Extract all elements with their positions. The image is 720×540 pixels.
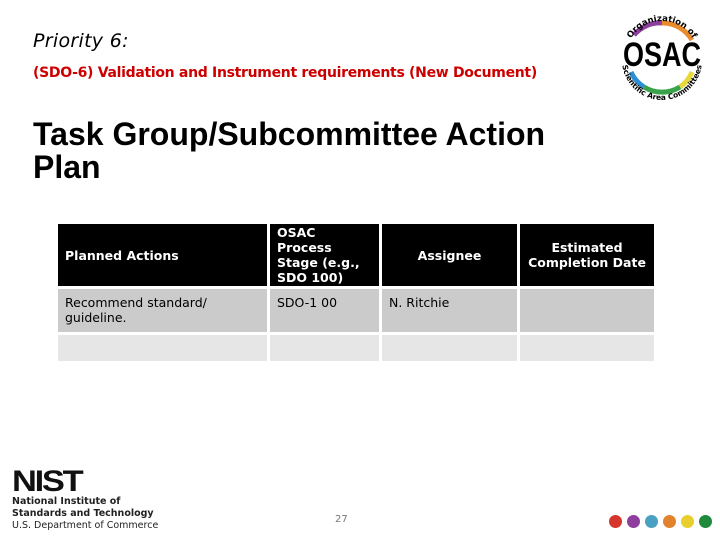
nist-line-2: Standards and Technology [12,508,154,519]
color-dot [663,515,676,528]
priority-subtitle: (SDO-6) Validation and Instrument requir… [33,65,537,81]
color-dot [645,515,658,528]
table-row: Recommend standard/ guideline. SDO-1 00 … [58,289,654,332]
cell-assignee: N. Ritchie [382,289,517,332]
table-row [58,335,654,361]
cell-assignee [382,335,517,361]
nist-wordmark: NIST [12,465,84,498]
header-assignee: Assignee [382,224,517,286]
color-dot [627,515,640,528]
header-process-stage: OSAC Process Stage (e.g., SDO 100) [270,224,379,286]
cell-process-stage [270,335,379,361]
action-plan-table: Planned Actions OSAC Process Stage (e.g.… [55,221,657,364]
color-dots [609,515,712,528]
cell-completion-date [520,289,654,332]
header-completion-date: Estimated Completion Date [520,224,654,286]
color-dot [699,515,712,528]
cell-completion-date [520,335,654,361]
nist-logo: NIST National Institute of Standards and… [12,467,159,532]
osac-logo: Organization of OSAC Scientific Area Com… [620,14,703,102]
page-title: Task Group/Subcommittee Action Plan [33,116,546,185]
nist-line-3: U.S. Department of Commerce [12,520,159,531]
header-planned-actions: Planned Actions [58,224,267,286]
priority-label: Priority 6: [33,30,129,52]
color-dot [681,515,694,528]
color-dot [609,515,622,528]
cell-process-stage: SDO-1 00 [270,289,379,332]
cell-planned-action: Recommend standard/ guideline. [58,289,267,332]
table-header-row: Planned Actions OSAC Process Stage (e.g.… [58,224,654,286]
osac-acronym: OSAC [623,35,701,74]
cell-planned-action [58,335,267,361]
page-number: 27 [335,514,348,525]
